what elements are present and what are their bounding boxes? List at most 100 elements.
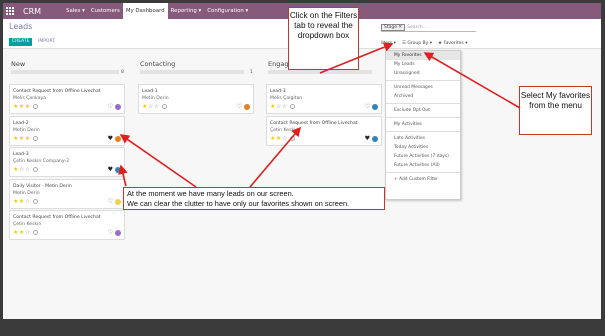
- filter-my-activities[interactable]: My Activities: [386, 120, 460, 129]
- lead-card[interactable]: Daily Visitor - Metin Derin Metin Derin ★★…: [9, 179, 125, 209]
- priority-stars[interactable]: ★☆☆: [142, 103, 167, 110]
- priority-stars[interactable]: ★★☆: [270, 135, 295, 142]
- filter-add-custom-filter[interactable]: + Add Custom Filter: [386, 175, 460, 184]
- app-brand: CRM: [23, 6, 42, 16]
- dropdown-divider: [386, 172, 460, 173]
- avatar: [115, 104, 121, 110]
- column-progress-bar: [11, 70, 119, 74]
- avatar: [372, 136, 378, 142]
- dropdown-divider: [386, 131, 460, 132]
- activity-clock-icon[interactable]: [289, 136, 295, 141]
- avatar: [372, 104, 378, 110]
- breadcrumb[interactable]: Leads: [9, 22, 32, 31]
- star-icon[interactable]: ☆: [25, 166, 31, 173]
- filter-archived[interactable]: Archived: [386, 92, 460, 101]
- filter-unread-messages[interactable]: Unread Messages: [386, 83, 460, 92]
- dropdown-divider: [386, 117, 460, 118]
- activity-clock-icon[interactable]: [32, 136, 38, 141]
- nav-sales[interactable]: Sales ▾: [63, 3, 88, 19]
- kanban-board: New 8 Contact Request from Offline Livecha…: [3, 50, 601, 319]
- favorite-heart-icon[interactable]: ♥: [108, 167, 113, 173]
- filter-exclude-opt-out[interactable]: Exclude Opt Out: [386, 106, 460, 115]
- activity-clock-icon[interactable]: [32, 167, 38, 172]
- favorite-heart-icon[interactable]: ♡: [108, 230, 113, 236]
- callout-line-1: At the moment we have many leads on our …: [127, 189, 294, 198]
- activity-clock-icon[interactable]: [161, 104, 167, 109]
- column-count: 8: [121, 70, 124, 75]
- star-icon[interactable]: ☆: [154, 103, 160, 110]
- search-facet-stage[interactable]: Stage ✕: [381, 23, 406, 31]
- filter-today-activities[interactable]: Today Activities: [386, 143, 460, 152]
- lead-contact: Çetin Keskin: [270, 128, 299, 133]
- activity-clock-icon[interactable]: [32, 230, 38, 235]
- favorite-heart-icon[interactable]: ♥: [108, 136, 113, 142]
- search-input[interactable]: Search...: [407, 25, 427, 30]
- filter-unassigned[interactable]: Unassigned: [386, 69, 460, 78]
- column-title: Engagi: [268, 60, 291, 68]
- filter-future-activities-7-days[interactable]: Future Activities (7 days): [386, 152, 460, 161]
- search-box[interactable]: Stage ✕ Search...: [381, 23, 476, 32]
- activity-clock-icon[interactable]: [32, 199, 38, 204]
- lead-title: Daily Visitor - Metin Derin: [13, 184, 72, 189]
- favorite-heart-icon[interactable]: ♡: [365, 104, 370, 110]
- filters-tab[interactable]: ilters ▾: [381, 41, 396, 46]
- nav-my-dashboard[interactable]: My Dashboard: [122, 3, 168, 19]
- callout-my-favorites: Select My favorites from the menu: [519, 86, 592, 135]
- star-icon[interactable]: ☆: [282, 135, 288, 142]
- nav-configuration[interactable]: Configuration ▾: [204, 3, 251, 19]
- favorite-heart-icon[interactable]: ♥: [365, 136, 370, 142]
- lead-card[interactable]: Contact Request from Offline Livechat Çet…: [266, 116, 382, 146]
- priority-stars[interactable]: ★★☆: [13, 198, 38, 205]
- group-by-tab[interactable]: ☰ Group By ▾: [402, 41, 432, 46]
- nav-customers[interactable]: Customers: [88, 3, 123, 19]
- avatar: [115, 167, 121, 173]
- star-icon[interactable]: ☆: [25, 229, 31, 236]
- lead-contact: Metin Derin: [142, 96, 169, 101]
- star-icon[interactable]: ☆: [282, 103, 288, 110]
- priority-stars[interactable]: ★☆☆: [270, 103, 295, 110]
- column-count: 1: [250, 70, 253, 75]
- apps-menu-icon[interactable]: [3, 3, 17, 19]
- lead-contact: Metin Derin: [13, 128, 40, 133]
- callout-filters-tab: Click on the Filters tab to reveal the d…: [288, 7, 359, 70]
- lead-title: Contact Request from Offline Livechat: [13, 215, 101, 220]
- favorite-heart-icon[interactable]: ♡: [108, 104, 113, 110]
- activity-clock-icon[interactable]: [32, 104, 38, 109]
- nav-reporting[interactable]: Reporting ▾: [168, 3, 205, 19]
- import-button[interactable]: IMPORT: [38, 38, 55, 46]
- lead-contact: Çetin Keskin Company-2: [13, 159, 70, 164]
- column-title: New: [11, 60, 26, 68]
- star-icon[interactable]: ☆: [25, 198, 31, 205]
- priority-stars[interactable]: ★★☆: [13, 229, 38, 236]
- activity-clock-icon[interactable]: [289, 104, 295, 109]
- filter-future-activities-all[interactable]: Future Activities (All): [386, 161, 460, 170]
- lead-card[interactable]: Lead-2 Metin Derin ★★★ ♥: [9, 116, 125, 146]
- lead-title: Lead-1: [142, 89, 158, 94]
- callout-line-2: We can clear the clutter to have only ou…: [127, 199, 350, 208]
- lead-card[interactable]: Contact Request from Offline Livechat Çet…: [9, 210, 125, 240]
- avatar: [115, 136, 121, 142]
- star-icon[interactable]: ★: [25, 103, 31, 110]
- favorite-heart-icon[interactable]: ♡: [237, 104, 242, 110]
- lead-card[interactable]: Lead-3 Çetin Keskin Company-2 ★☆☆ ♥: [9, 147, 125, 177]
- avatar: [115, 230, 121, 236]
- filter-late-activities[interactable]: Late Activities: [386, 134, 460, 143]
- lead-card[interactable]: Lead-1 Metin Derin ★☆☆ ♡: [138, 84, 254, 114]
- lead-card[interactable]: Contact Request from Offline Livechat Mel…: [9, 84, 125, 114]
- favorite-heart-icon[interactable]: ♡: [108, 199, 113, 205]
- favorites-tab[interactable]: ★ Favorites ▾: [438, 41, 468, 46]
- filter-my-leads[interactable]: My Leads: [386, 60, 460, 69]
- column-progress-bar: [140, 70, 244, 74]
- lead-contact: Metin Derin: [13, 191, 40, 196]
- column-progress-bar: [268, 70, 372, 74]
- priority-stars[interactable]: ★★★: [13, 135, 38, 142]
- dropdown-divider: [386, 103, 460, 104]
- priority-stars[interactable]: ★★★: [13, 103, 38, 110]
- create-button[interactable]: CREATE: [9, 38, 33, 46]
- filter-my-favorites[interactable]: My Favorites: [386, 51, 460, 60]
- star-icon[interactable]: ★: [25, 135, 31, 142]
- lead-title: Contact Request from Offline Livechat: [13, 89, 101, 94]
- priority-stars[interactable]: ★☆☆: [13, 166, 38, 173]
- lead-card[interactable]: Lead-3 Melis Çalgitan ★☆☆ ♡: [266, 84, 382, 114]
- callout-leads-note: At the moment we have many leads on our …: [123, 187, 385, 210]
